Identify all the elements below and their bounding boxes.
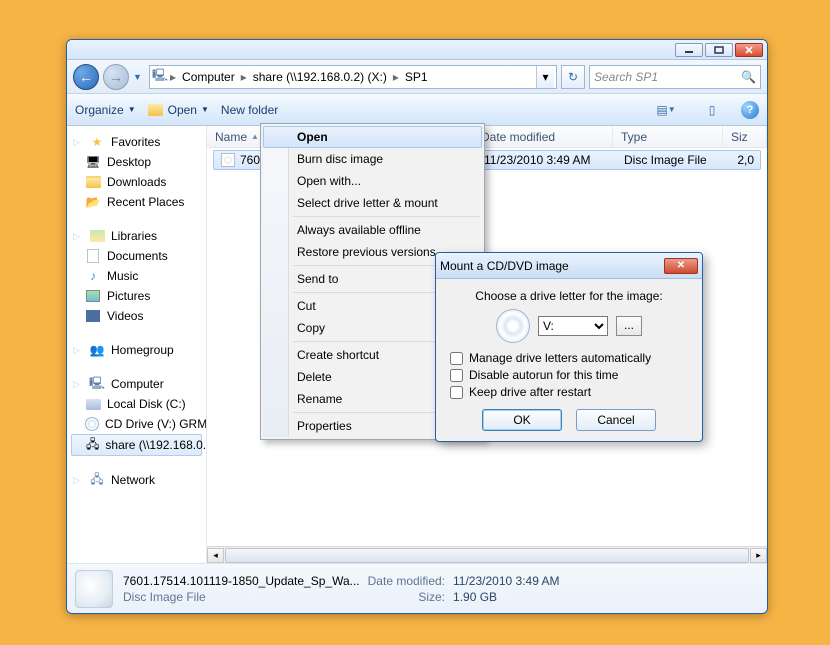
chk-auto[interactable]: Manage drive letters automatically bbox=[450, 351, 688, 365]
dialog-title: Mount a CD/DVD image bbox=[440, 259, 569, 273]
col-date[interactable]: Date modified bbox=[481, 130, 555, 144]
search-input[interactable]: Search SP1 🔍 bbox=[589, 65, 761, 89]
col-type[interactable]: Type bbox=[621, 130, 647, 144]
cd-icon bbox=[496, 309, 530, 343]
ctx-mount[interactable]: Select drive letter & mount bbox=[263, 192, 482, 214]
dialog-close-button[interactable]: ✕ bbox=[664, 258, 698, 274]
sidebar-downloads[interactable]: Downloads bbox=[67, 172, 206, 192]
back-button[interactable]: ← bbox=[73, 64, 99, 90]
ctx-offline[interactable]: Always available offline bbox=[263, 219, 482, 241]
drive-letter-select[interactable]: V: bbox=[538, 316, 608, 336]
refresh-button[interactable]: ↻ bbox=[561, 65, 585, 89]
cancel-button[interactable]: Cancel bbox=[576, 409, 656, 431]
ctx-open[interactable]: Open bbox=[263, 126, 482, 148]
sidebar-network[interactable]: 🖧Network bbox=[67, 470, 206, 490]
forward-button[interactable]: → bbox=[103, 64, 129, 90]
preview-pane-button[interactable]: ▯ bbox=[695, 99, 729, 121]
details-size: 1.90 GB bbox=[453, 590, 560, 604]
sidebar-homegroup[interactable]: 👥Homegroup bbox=[67, 340, 206, 360]
sidebar-favorites[interactable]: ★Favorites bbox=[67, 132, 206, 152]
file-thumbnail bbox=[75, 570, 113, 608]
details-type: Disc Image File bbox=[123, 590, 360, 604]
chk-keep[interactable]: Keep drive after restart bbox=[450, 385, 688, 399]
col-size[interactable]: Siz bbox=[731, 130, 748, 144]
crumb-sp1[interactable]: SP1 bbox=[401, 70, 432, 84]
sidebar-pictures[interactable]: Pictures bbox=[67, 286, 206, 306]
file-size: 2,0 bbox=[728, 153, 760, 167]
maximize-button[interactable] bbox=[705, 43, 733, 57]
ok-button[interactable]: OK bbox=[482, 409, 562, 431]
new-folder-button[interactable]: New folder bbox=[221, 103, 278, 117]
search-placeholder: Search SP1 bbox=[594, 70, 658, 84]
details-date: 11/23/2010 3:49 AM bbox=[453, 574, 560, 588]
close-button[interactable] bbox=[735, 43, 763, 57]
sidebar-music[interactable]: ♪Music bbox=[67, 266, 206, 286]
minimize-button[interactable] bbox=[675, 43, 703, 57]
sidebar-cddrive[interactable]: CD Drive (V:) GRMSP bbox=[67, 414, 206, 434]
help-button[interactable]: ? bbox=[741, 101, 759, 119]
chk-autorun[interactable]: Disable autorun for this time bbox=[450, 368, 688, 382]
sidebar-libraries[interactable]: Libraries bbox=[67, 226, 206, 246]
dialog-titlebar[interactable]: Mount a CD/DVD image ✕ bbox=[436, 253, 702, 279]
sidebar-recent[interactable]: 📂Recent Places bbox=[67, 192, 206, 212]
sidebar-share[interactable]: 🖧share (\\192.168.0.2) bbox=[71, 434, 202, 456]
ctx-burn[interactable]: Burn disc image bbox=[263, 148, 482, 170]
file-date: 11/23/2010 3:49 AM bbox=[478, 153, 618, 167]
crumb-computer[interactable]: Computer bbox=[178, 70, 239, 84]
toolbar: Organize▼ Open▼ New folder ▤ ▼ ▯ ? bbox=[67, 94, 767, 126]
nav-bar: ← → ▼ 🖳 ▸ Computer ▸ share (\\192.168.0.… bbox=[67, 60, 767, 94]
search-icon: 🔍 bbox=[741, 70, 756, 84]
sidebar-documents[interactable]: Documents bbox=[67, 246, 206, 266]
col-name[interactable]: Name bbox=[215, 130, 247, 144]
sidebar-computer[interactable]: 🖳Computer bbox=[67, 374, 206, 394]
browse-button[interactable]: ... bbox=[616, 316, 642, 336]
window-chrome bbox=[67, 40, 767, 60]
ctx-openwith[interactable]: Open with... bbox=[263, 170, 482, 192]
horizontal-scrollbar[interactable]: ◂▸ bbox=[207, 546, 767, 563]
dialog-prompt: Choose a drive letter for the image: bbox=[450, 289, 688, 303]
sidebar-desktop[interactable]: 🖥Desktop bbox=[67, 152, 206, 172]
nav-pane: ★Favorites 🖥Desktop Downloads 📂Recent Pl… bbox=[67, 126, 207, 563]
history-dropdown[interactable]: ▼ bbox=[133, 72, 145, 82]
details-filename: 7601.17514.101119-1850_Update_Sp_Wa... bbox=[123, 574, 360, 588]
organize-menu[interactable]: Organize▼ bbox=[75, 103, 136, 117]
view-mode-button[interactable]: ▤ ▼ bbox=[649, 99, 683, 121]
open-menu[interactable]: Open▼ bbox=[148, 102, 209, 118]
sidebar-localdisk[interactable]: Local Disk (C:) bbox=[67, 394, 206, 414]
address-dropdown[interactable]: ▾ bbox=[536, 66, 554, 88]
address-bar[interactable]: 🖳 ▸ Computer ▸ share (\\192.168.0.2) (X:… bbox=[149, 65, 557, 89]
details-pane: 7601.17514.101119-1850_Update_Sp_Wa... D… bbox=[67, 563, 767, 613]
crumb-share[interactable]: share (\\192.168.0.2) (X:) bbox=[249, 70, 391, 84]
mount-dialog: Mount a CD/DVD image ✕ Choose a drive le… bbox=[435, 252, 703, 442]
sidebar-videos[interactable]: Videos bbox=[67, 306, 206, 326]
file-type: Disc Image File bbox=[618, 153, 728, 167]
